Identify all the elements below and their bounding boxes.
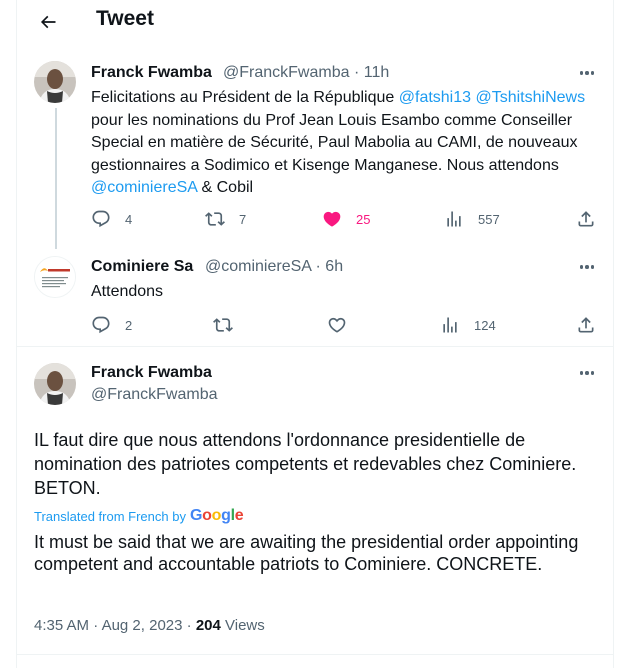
google-logo: Google (189, 507, 244, 524)
retweet-icon (213, 318, 233, 332)
tweet-date[interactable]: Aug 2, 2023 (102, 617, 183, 634)
avatar[interactable] (34, 363, 76, 405)
separator: · (315, 258, 321, 275)
reply-icon (92, 316, 110, 334)
reply-count: 2 (125, 317, 133, 333)
share-icon (578, 211, 594, 227)
reply-icon (92, 210, 110, 228)
more-options-button[interactable] (575, 67, 599, 79)
arrow-left-icon (40, 15, 56, 29)
translated-label: Translated from French by (34, 508, 186, 524)
more-options-button[interactable] (575, 261, 599, 273)
tweet-time[interactable]: 6h (325, 258, 343, 275)
views-count: 557 (478, 211, 500, 227)
heart-outline-icon (328, 317, 346, 333)
mention-link[interactable]: @TshitshiNews (475, 89, 585, 106)
reply-button[interactable]: 2 (91, 315, 132, 335)
more-dot-icon (579, 371, 584, 375)
reply-count: 4 (125, 211, 133, 227)
thread-line (55, 108, 57, 249)
tweet-text: Attendons (91, 283, 164, 300)
views-bar-chart-icon (447, 211, 461, 227)
back-button[interactable] (34, 8, 62, 36)
retweet-count: 7 (239, 211, 247, 227)
separator: · (186, 617, 192, 634)
separator: · (93, 617, 99, 634)
author-name[interactable]: Franck Fwamba (91, 364, 212, 382)
mention-link[interactable]: @fatshi13 (399, 89, 471, 106)
more-dot-icon (585, 71, 589, 75)
more-dot-icon (590, 371, 595, 375)
text-segment: Felicitations au Président de la Républi… (91, 89, 399, 106)
tweet-timestamp[interactable]: 4:35 AM · Aug 2, 2023 · 204 Views (34, 617, 265, 634)
text-segment: pour les nominations du Prof Jean Louis … (91, 111, 578, 174)
author-handle[interactable]: @FranckFwamba (91, 386, 218, 404)
more-dot-icon (590, 265, 595, 269)
views-button[interactable]: 557 (444, 209, 500, 229)
profile-photo-icon (34, 61, 76, 103)
views-count: 124 (474, 317, 496, 333)
main-tweet-text: IL faut dire que nous attendons l'ordonn… (34, 430, 577, 498)
translation-attribution[interactable]: Translated from French by Google (34, 507, 244, 525)
company-logo-icon (35, 257, 75, 297)
tweet-time[interactable]: 4:35 AM (34, 617, 89, 634)
heart-filled-icon (323, 211, 341, 227)
views-bar-chart-icon (443, 317, 457, 333)
share-button[interactable] (576, 315, 596, 335)
retweet-button[interactable]: 7 (205, 209, 246, 229)
views-count: 204 (195, 617, 221, 634)
views-button[interactable]: 124 (440, 315, 496, 335)
more-options-button[interactable] (575, 367, 599, 379)
share-icon (578, 317, 594, 333)
like-count: 25 (356, 211, 371, 227)
text-segment: & Cobil (197, 179, 254, 196)
divider (17, 654, 613, 655)
reply-button[interactable]: 4 (91, 209, 132, 229)
translation-text: It must be said that we are awaiting the… (34, 532, 579, 574)
more-dot-icon (579, 265, 584, 269)
like-button[interactable]: 25 (322, 209, 370, 229)
tweet-meta[interactable]: @cominiereSA · 6h (205, 258, 343, 276)
mention-link[interactable]: @cominiereSA (91, 179, 197, 196)
views-label: Views (225, 617, 265, 634)
avatar[interactable] (34, 256, 76, 298)
tweet-meta[interactable]: @FranckFwamba · 11h (223, 64, 389, 82)
author-name[interactable]: Franck Fwamba (91, 64, 212, 82)
avatar[interactable] (34, 61, 76, 103)
profile-photo-icon (34, 363, 76, 405)
retweet-button[interactable] (213, 315, 247, 335)
more-dot-icon (585, 265, 589, 269)
more-dot-icon (585, 371, 589, 375)
author-name[interactable]: Cominiere Sa (91, 258, 193, 276)
author-handle[interactable]: @FranckFwamba (223, 64, 350, 81)
retweet-icon (205, 212, 225, 226)
tweet-text: Felicitations au Président de la Républi… (91, 87, 601, 200)
share-button[interactable] (576, 209, 596, 229)
more-dot-icon (579, 71, 584, 75)
page-title: Tweet (96, 7, 154, 30)
like-button[interactable] (327, 315, 361, 335)
author-handle[interactable]: @cominiereSA (205, 258, 311, 275)
tweet-time[interactable]: 11h (364, 64, 390, 81)
tweet-header: Tweet (16, 0, 614, 44)
divider (17, 346, 613, 347)
more-dot-icon (590, 71, 595, 75)
separator: · (353, 64, 360, 81)
